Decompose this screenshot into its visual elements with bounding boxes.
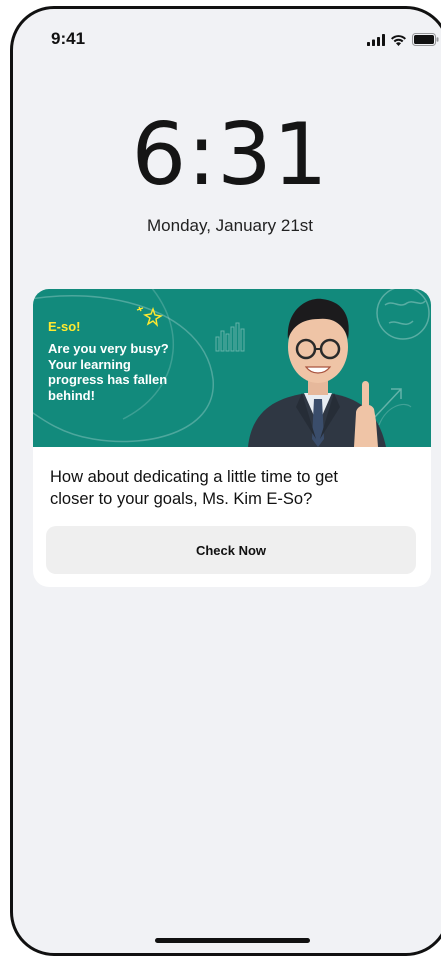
- notification-message: How about dedicating a little time to ge…: [50, 466, 410, 510]
- notification-card[interactable]: E-so! Are you very busy? Your learning p…: [33, 289, 431, 587]
- headline-line: Your learning: [48, 356, 131, 372]
- message-line: How about dedicating a little time to ge…: [50, 468, 339, 486]
- signal-icon: [367, 33, 385, 46]
- headline-line: behind!: [48, 387, 95, 403]
- instructor-photo: [248, 298, 386, 447]
- lock-screen-clock: 6:31: [131, 105, 329, 205]
- battery-icon: [412, 33, 439, 46]
- brand-label: E-so!: [48, 319, 81, 334]
- lock-screen-date: Monday, January 21st: [147, 216, 313, 235]
- status-time: 9:41: [51, 29, 86, 48]
- status-icons: [367, 33, 439, 46]
- promo-banner[interactable]: E-so! Are you very busy? Your learning p…: [33, 289, 431, 447]
- phone-frame: 9:41 6:31 Monday, January 21st E-so! Are…: [10, 6, 441, 956]
- message-line: closer to your goals, Ms. Kim E-So?: [50, 490, 313, 508]
- check-now-button[interactable]: Check Now: [46, 526, 416, 574]
- status-bar: 9:41: [13, 9, 441, 69]
- headline-line: Are you very busy?: [48, 341, 169, 356]
- headline-line: progress has fallen: [48, 372, 168, 387]
- wifi-icon: [391, 34, 406, 46]
- banner-headline: Are you very busy? Your learning progres…: [48, 341, 208, 403]
- home-indicator[interactable]: [155, 938, 310, 943]
